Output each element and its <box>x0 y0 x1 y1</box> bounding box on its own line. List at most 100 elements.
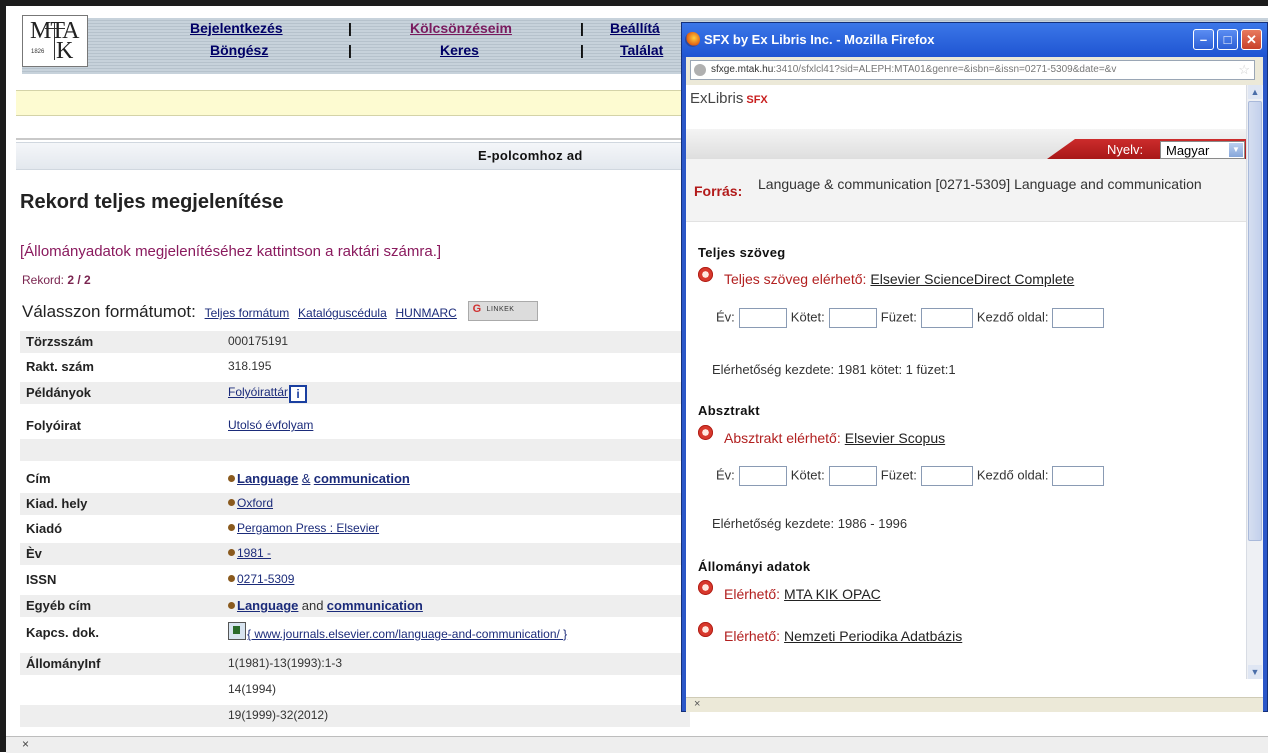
table-row: Èv 1981 - <box>20 543 690 565</box>
holdings-npa-icon[interactable] <box>698 622 713 637</box>
mta-kik-opac-link[interactable]: MTA KIK OPAC <box>784 586 881 602</box>
scopus-link[interactable]: Elsevier Scopus <box>845 430 945 446</box>
scroll-thumb[interactable] <box>1248 101 1262 541</box>
table-row: ISSN 0271-5309 <box>20 569 690 591</box>
abstract-volume-input[interactable] <box>828 466 877 486</box>
add-to-eshelf-link[interactable]: E-polcomhoz ad <box>478 148 583 163</box>
title-communication-link[interactable]: communication <box>314 471 410 486</box>
table-row: Kapcs. dok. { www.journals.elsevier.com/… <box>20 622 690 648</box>
scroll-up-icon[interactable]: ▲ <box>1248 85 1262 99</box>
holdings-opac-service: Elérhető: MTA KIK OPAC <box>724 586 881 602</box>
status-close-icon[interactable]: × <box>22 737 29 751</box>
firefox-icon <box>685 32 700 47</box>
source-box: Forrás: Language & communication [0271-5… <box>686 159 1247 222</box>
field-value: 000175191 <box>228 334 289 348</box>
nav-fragment: K <box>666 5 675 19</box>
field-value: Oxford <box>228 496 273 510</box>
sciencedirect-link[interactable]: Elsevier ScienceDirect Complete <box>870 271 1074 287</box>
fulltext-issue-input[interactable] <box>920 308 973 328</box>
holdings-hint: [Állományadatok megjelenítéséhez kattint… <box>20 243 442 260</box>
popup-status-close-icon[interactable]: × <box>694 698 700 710</box>
abstract-availability: Elérhetőség kezdete: 1986 - 1996 <box>712 516 908 531</box>
fulltext-volume-input[interactable] <box>828 308 877 328</box>
abstract-startpage-input[interactable] <box>1052 466 1105 486</box>
popup-title: SFX by Ex Libris Inc. - Mozilla Firefox <box>704 32 935 47</box>
record-counter: Rekord: 2 / 2 <box>22 273 91 287</box>
exlibris-logo: ExLibris SFX <box>690 90 768 107</box>
abstract-year-input[interactable] <box>738 466 787 486</box>
nav-beallitasok-link[interactable]: Beállítá <box>610 20 660 36</box>
popup-title-bar[interactable]: SFX by Ex Libris Inc. - Mozilla Firefox … <box>682 23 1267 57</box>
field-value: Utolsó évfolyam <box>228 418 313 432</box>
nav-bejelentkezes-link[interactable]: Bejelentkezés <box>190 20 283 36</box>
field-label: Rakt. szám <box>26 359 94 374</box>
address-bar: sfxge.mtak.hu:3410/sfxlcl41?sid=ALEPH:MT… <box>686 57 1263 85</box>
language-select[interactable]: Magyar ▼ <box>1160 141 1245 159</box>
nav-kolcsonzeseim-link[interactable]: Kölcsönzéseim <box>410 20 512 36</box>
table-row: 19(1999)-32(2012) <box>20 705 690 727</box>
field-value: 318.195 <box>228 359 272 373</box>
info-icon[interactable]: i <box>289 385 308 403</box>
holdings-opac-icon[interactable] <box>698 580 713 595</box>
nav-keres-link[interactable]: Keres <box>440 42 479 58</box>
scroll-down-icon[interactable]: ▼ <box>1248 665 1262 679</box>
fulltext-section-title: Teljes szöveg <box>698 245 786 260</box>
url-path: :3410/sfxlcl41?sid=ALEPH:MTA01&genre=&is… <box>773 64 1117 75</box>
url-field[interactable]: sfxge.mtak.hu:3410/sfxlcl41?sid=ALEPH:MT… <box>690 60 1255 80</box>
language-bar: Nyelv: Magyar ▼ <box>686 129 1247 159</box>
nemzeti-periodika-link[interactable]: Nemzeti Periodika Adatbázis <box>784 628 962 644</box>
title-language-link[interactable]: Language <box>237 471 298 486</box>
folyoirattar-link[interactable]: Folyóirattár <box>228 385 288 399</box>
bookmark-star-icon[interactable]: ☆ <box>1238 62 1250 78</box>
title-amp[interactable]: & <box>302 471 311 486</box>
table-row: Egyéb cím Language and communication <box>20 595 690 617</box>
nav-separator: | <box>580 42 584 58</box>
field-value: Language and communication <box>228 598 423 613</box>
language-label: Nyelv: <box>1107 142 1144 157</box>
maximize-icon[interactable]: □ <box>1217 29 1238 50</box>
fulltext-service-icon[interactable] <box>698 267 713 282</box>
last-volume-link[interactable]: Utolsó évfolyam <box>228 418 313 432</box>
other-title-language-link[interactable]: Language <box>237 598 298 613</box>
format-hunmarc-link[interactable]: HUNMARC <box>396 306 457 320</box>
field-value: 1981 - <box>228 546 271 560</box>
nav-separator: | <box>348 42 352 58</box>
abstract-issue-input[interactable] <box>920 466 973 486</box>
nav-bongesz-link[interactable]: Böngész <box>210 42 268 58</box>
other-title-communication-link[interactable]: communication <box>327 598 423 613</box>
journal-url-link[interactable]: { www.journals.elsevier.com/language-and… <box>247 627 567 641</box>
holdings-npa-label: Elérhető: <box>724 628 781 644</box>
format-catalog-card-link[interactable]: Katalóguscédula <box>298 306 387 320</box>
table-row: ÁllományInf 1(1981)-13(1993):1-3 <box>20 653 690 675</box>
minimize-icon[interactable]: – <box>1193 29 1214 50</box>
abstract-service-icon[interactable] <box>698 425 713 440</box>
table-row: Rakt. szám 318.195 <box>20 356 690 378</box>
bullet-icon <box>228 524 235 531</box>
brand-name: ExLibris <box>690 90 744 107</box>
kotet-label: Kötet: <box>790 309 825 325</box>
linkek-button[interactable]: G LINKEK <box>467 300 538 321</box>
logo-year: 1826 <box>31 49 45 55</box>
year-link[interactable]: 1981 - <box>237 546 271 560</box>
field-value: 1(1981)-13(1993):1-3 <box>228 656 343 670</box>
table-row: Cím Language & communication <box>20 468 690 490</box>
oxford-link[interactable]: Oxford <box>237 496 273 510</box>
format-full-link[interactable]: Teljes formátum <box>205 306 290 320</box>
source-value: Language & communication [0271-5309] Lan… <box>758 176 1202 192</box>
fulltext-startpage-input[interactable] <box>1052 308 1105 328</box>
field-label: Törzsszám <box>26 334 94 349</box>
vertical-scrollbar[interactable]: ▲ ▼ <box>1246 85 1263 679</box>
fulltext-year-input[interactable] <box>738 308 787 328</box>
brand-suffix: SFX <box>746 94 768 106</box>
field-label: Èv <box>26 546 42 561</box>
mtak-logo[interactable]: MTA K 1826 <box>22 15 88 67</box>
issn-link[interactable]: 0271-5309 <box>237 572 294 586</box>
publisher-link[interactable]: Pergamon Press : Elsevier <box>237 521 379 535</box>
nav-talalat-link[interactable]: Találat <box>620 42 663 58</box>
close-icon[interactable]: ✕ <box>1241 29 1262 50</box>
bullet-icon <box>228 475 235 482</box>
field-label: Példányok <box>26 385 92 400</box>
abstract-label: Absztrakt elérhető: <box>724 430 841 446</box>
field-value: Language & communication <box>228 471 410 486</box>
holdings-npa-service: Elérhető: Nemzeti Periodika Adatbázis <box>724 628 962 644</box>
